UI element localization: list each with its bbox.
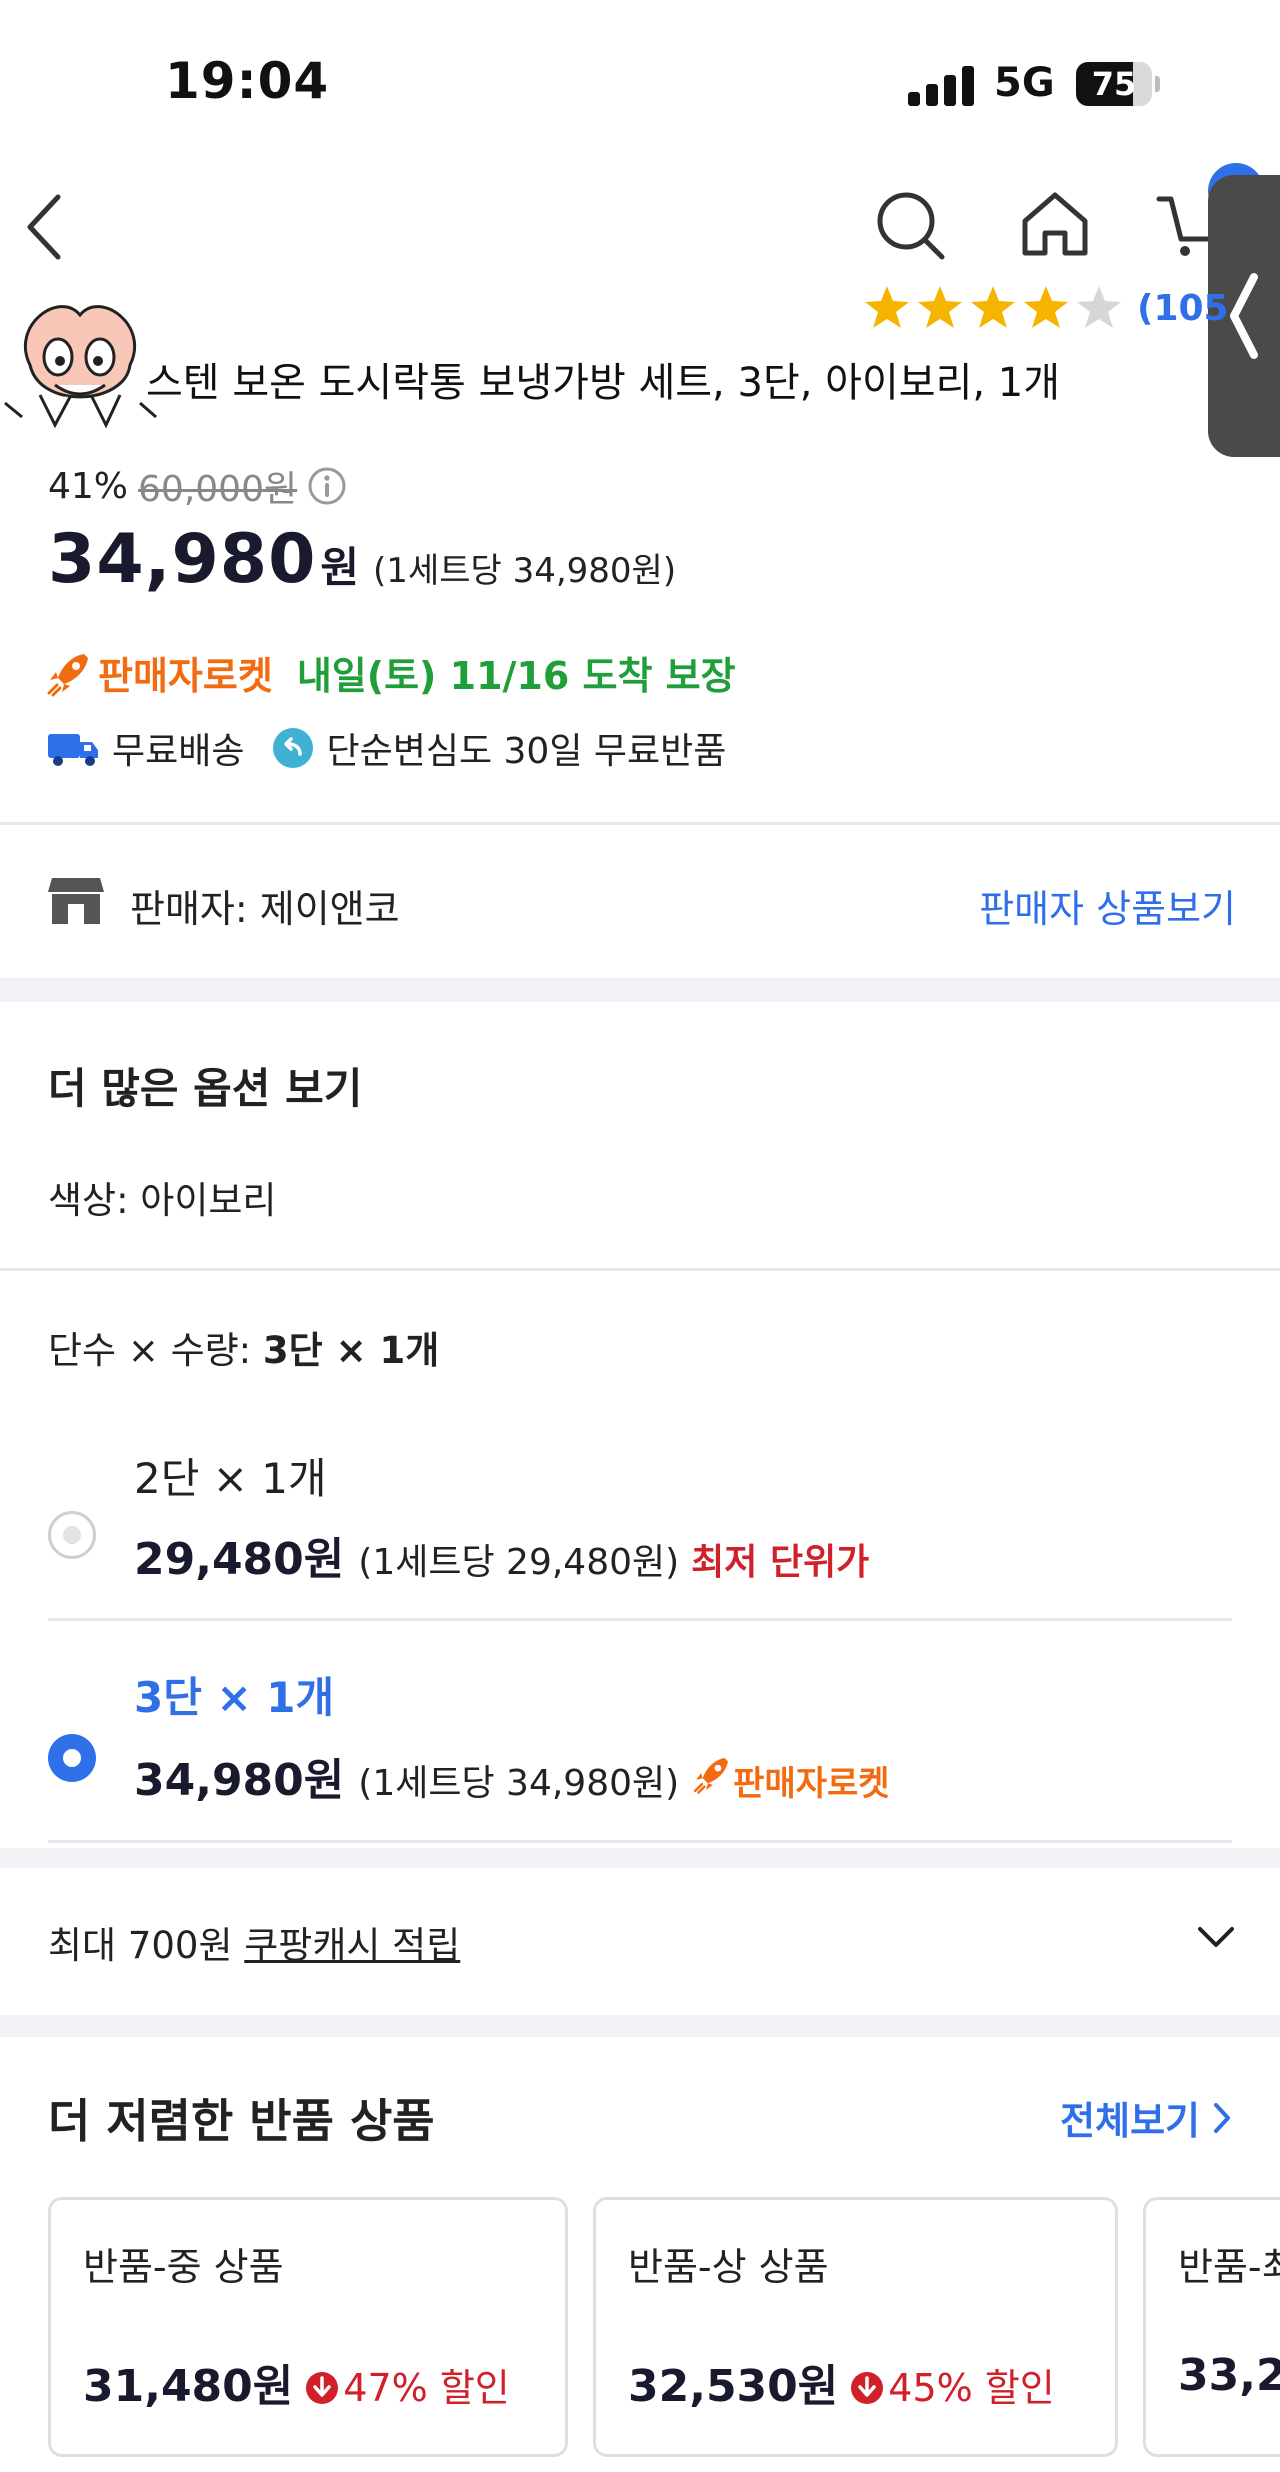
original-price: 60,000원 <box>138 469 298 510</box>
section-separator <box>0 2015 1280 2037</box>
option-price-row: 34,980원 (1세트당 34,980원) 판매자로켓 <box>134 1744 890 1808</box>
search-icon <box>877 192 945 260</box>
return-price: 32,530원 <box>628 2361 839 2412</box>
cash-prefix: 최대 700원 <box>48 1924 245 1967</box>
rocket-delivery-row: 판매자로켓 내일(토) 11/16 도착 보장 <box>44 645 736 700</box>
price-currency: 원 <box>320 543 360 592</box>
signal-icon <box>908 64 976 106</box>
return-price-row: 33,2 <box>1178 2350 1280 2401</box>
return-product-card[interactable]: 반품-최 33,2 <box>1143 2197 1280 2457</box>
option-unit-price: (1세트당 34,980원) <box>358 1763 680 1804</box>
return-product-card[interactable]: 반품-중 상품 31,480원 47% 할인 <box>48 2197 568 2457</box>
option-unit-price: (1세트당 29,480원) <box>358 1542 680 1583</box>
return-price: 31,480원 <box>83 2361 294 2412</box>
cash-reward-text: 최대 700원 쿠팡캐시 적립 <box>48 1924 460 1967</box>
review-count[interactable]: (105 <box>1137 288 1229 329</box>
battery-level: 75 <box>1091 65 1137 103</box>
price-row: 34,980 원 (1세트당 34,980원) <box>48 520 676 599</box>
option-name: 3단 × 1개 <box>134 1673 335 1722</box>
seller-row: 판매자: 제이앤코 판매자 상품보기 <box>46 870 1236 933</box>
arrow-down-icon <box>851 2372 884 2404</box>
option-price: 29,480원 <box>134 1534 345 1585</box>
search-button[interactable] <box>870 185 950 265</box>
cash-reward-row[interactable]: 최대 700원 쿠팡캐시 적립 <box>48 1915 1238 1967</box>
returns-heading: 더 저렴한 반품 상품 <box>48 2094 435 2148</box>
network-type: 5G <box>994 60 1055 106</box>
rocket-icon <box>694 1758 729 1794</box>
return-discount: 45% 할인 <box>888 2366 1055 2410</box>
see-all-label: 전체보기 <box>1060 2099 1200 2143</box>
option-3tier[interactable]: 3단 × 1개 34,980원 (1세트당 34,980원) 판매자로켓 <box>48 1660 1232 1840</box>
sale-price: 34,980 <box>48 520 317 599</box>
step-qty-value: 3단 × 1개 <box>262 1329 440 1372</box>
peach-sticker <box>0 285 160 435</box>
home-button[interactable] <box>1015 185 1095 265</box>
star-filled-icon <box>1024 286 1068 328</box>
radio-unselected[interactable] <box>48 1511 96 1559</box>
chevron-left-icon <box>1230 273 1258 359</box>
unit-price: (1세트당 34,980원) <box>373 551 677 591</box>
info-icon[interactable] <box>307 466 347 506</box>
step-qty-label: 단수 × 수량: 3단 × 1개 <box>48 1320 439 1374</box>
divider <box>48 1840 1232 1843</box>
return-discount: 47% 할인 <box>343 2366 510 2410</box>
lowest-unit-badge: 최저 단위가 <box>691 1542 870 1583</box>
radio-selected[interactable] <box>48 1734 96 1782</box>
discount-percent: 41% <box>48 465 129 507</box>
arrow-down-icon <box>306 2372 339 2404</box>
status-time: 19:04 <box>165 52 330 110</box>
divider <box>48 1618 1232 1621</box>
seller-name: 판매자: 제이앤코 <box>130 887 400 931</box>
back-button[interactable] <box>20 185 80 265</box>
return-grade: 반품-최 <box>1178 2245 1280 2289</box>
star-filled-icon <box>918 286 962 328</box>
option-price: 34,980원 <box>134 1755 345 1806</box>
rocket-icon <box>47 653 88 696</box>
return-price-row: 31,480원 47% 할인 <box>83 2350 510 2414</box>
star-filled-icon <box>971 286 1015 328</box>
battery-icon: 75 <box>1076 62 1160 106</box>
return-price: 33,2 <box>1178 2350 1280 2401</box>
return-grade: 반품-중 상품 <box>83 2245 284 2289</box>
option-price-row: 29,480원 (1세트당 29,480원) 최저 단위가 <box>134 1523 869 1587</box>
color-option[interactable]: 색상: 아이보리 <box>48 1170 276 1224</box>
option-name: 2단 × 1개 <box>134 1454 327 1503</box>
free-return: 단순변심도 30일 무료반품 <box>326 731 727 772</box>
back-icon <box>27 194 61 260</box>
return-grade: 반품-상 상품 <box>628 2245 829 2289</box>
truck-icon <box>48 734 98 766</box>
step-qty-prefix: 단수 × 수량: <box>48 1329 263 1372</box>
more-options-heading[interactable]: 더 많은 옵션 보기 <box>48 1055 362 1116</box>
star-filled-icon <box>865 286 909 328</box>
rocket-label: 판매자로켓 <box>98 654 273 698</box>
home-icon <box>1022 192 1088 256</box>
divider <box>0 822 1280 825</box>
delivery-guarantee: 내일(토) 11/16 도착 보장 <box>296 654 736 698</box>
discount-row: 41% 60,000원 <box>48 460 347 512</box>
cash-link[interactable]: 쿠팡캐시 적립 <box>244 1924 460 1967</box>
product-title: 스텐 보온 도시락통 보냉가방 세트, 3단, 아이보리, 1개 <box>146 360 1061 406</box>
store-icon <box>48 878 104 924</box>
status-bar: 19:04 5G 75 <box>0 0 1280 170</box>
chevron-down-icon[interactable] <box>1194 1923 1238 1953</box>
seller-products-link[interactable]: 판매자 상품보기 <box>979 878 1236 933</box>
see-all-link[interactable]: 전체보기 <box>1060 2090 1232 2145</box>
section-separator <box>0 978 1280 1002</box>
star-empty-icon <box>1077 286 1121 328</box>
chevron-right-icon <box>1214 2102 1230 2133</box>
return-icon <box>273 728 314 768</box>
section-separator <box>0 1848 1280 1868</box>
rating[interactable]: (105 <box>862 283 1229 333</box>
shipping-row: 무료배송 단순변심도 30일 무료반품 <box>46 722 726 774</box>
return-product-card[interactable]: 반품-상 상품 32,530원 45% 할인 <box>593 2197 1118 2457</box>
return-price-row: 32,530원 45% 할인 <box>628 2350 1055 2414</box>
option-2tier[interactable]: 2단 × 1개 29,480원 (1세트당 29,480원) 최저 단위가 <box>48 1435 1232 1615</box>
free-shipping: 무료배송 <box>112 731 245 772</box>
rocket-label: 판매자로켓 <box>733 1764 890 1804</box>
divider <box>0 1268 1280 1271</box>
